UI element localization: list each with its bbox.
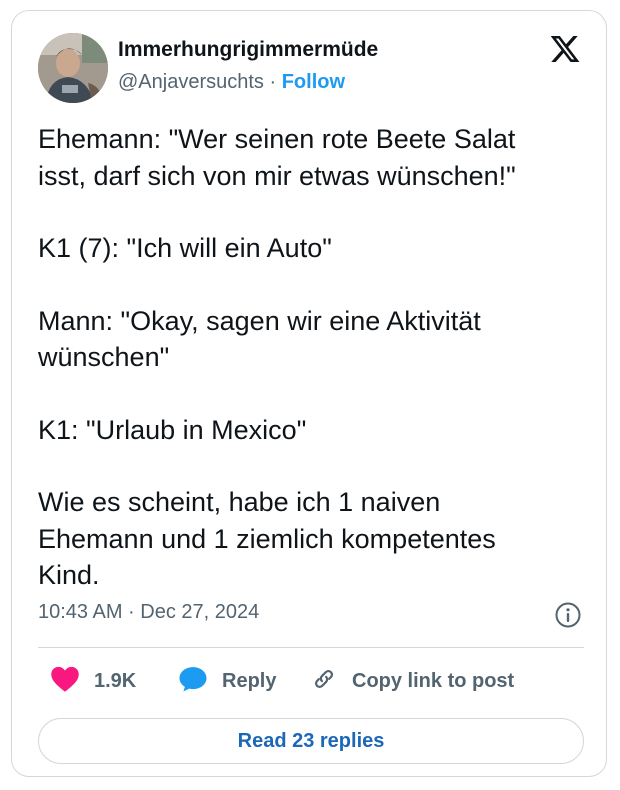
tweet-paragraph: Wie es scheint, habe ich 1 naiven Eheman… [38, 487, 496, 590]
author-handle[interactable]: @Anjaversuchts [118, 71, 264, 93]
tweet-paragraph: Mann: "Okay, sagen wir eine Aktivität wü… [38, 305, 481, 373]
follow-button[interactable]: Follow [282, 71, 345, 93]
avatar-photo [38, 33, 108, 103]
tweet-paragraph: K1 (7): "Ich will ein Auto" [38, 233, 332, 263]
heart-icon [50, 665, 80, 698]
copy-link-button[interactable]: Copy link to post [310, 659, 514, 703]
tweet-timestamp[interactable]: 10:43 AM · Dec 27, 2024 [38, 601, 259, 624]
action-bar: 1.9K Reply Copy link to post [38, 659, 584, 703]
speech-bubble-icon [178, 665, 208, 698]
x-logo-icon[interactable] [548, 33, 582, 65]
info-icon[interactable] [554, 601, 582, 629]
reply-button[interactable]: Reply [178, 659, 276, 703]
author-handle-row: @Anjaversuchts · Follow [118, 71, 345, 94]
tweet-card: Immerhungrigimmermüde @Anjaversuchts · F… [11, 10, 607, 777]
avatar[interactable] [38, 33, 108, 103]
author-display-name[interactable]: Immerhungrigimmermüde [118, 38, 378, 62]
separator-dot: · [269, 71, 277, 93]
tweet-paragraph: Ehemann: "Wer seinen rote Beete Salat is… [38, 124, 516, 191]
reply-label: Reply [222, 669, 277, 692]
like-button[interactable]: 1.9K [50, 659, 136, 703]
tweet-paragraph: K1: "Urlaub in Mexico" [38, 414, 307, 445]
copy-link-label: Copy link to post [352, 669, 515, 692]
tweet-text: Ehemann: "Wer seinen rote Beete Salat is… [38, 121, 588, 594]
divider [38, 647, 584, 648]
read-replies-button[interactable]: Read 23 replies [38, 718, 584, 764]
like-count: 1.9K [94, 669, 137, 692]
link-icon [310, 665, 338, 698]
